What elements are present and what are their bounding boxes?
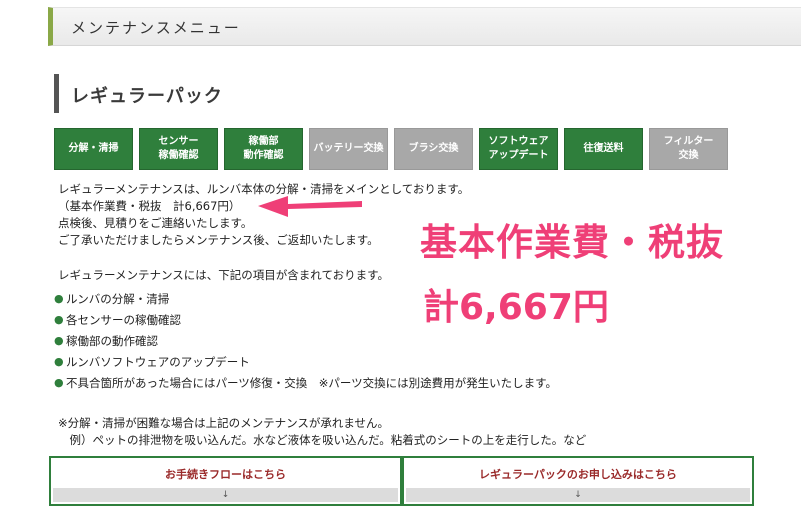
overlay-price-caption: 基本作業費・税抜 <box>420 221 724 264</box>
list-item: ● 各センサーの稼働確認 <box>54 309 557 330</box>
chevron-down-icon[interactable]: ↓ <box>53 488 398 502</box>
list-item-text: ルンバの分解・清掃 <box>66 291 170 306</box>
apply-regular-pack-label[interactable]: レギュラーパックのお申し込みはこちら <box>404 466 752 482</box>
tab-moving-parts-check[interactable]: 稼働部 動作確認 <box>224 128 303 170</box>
list-item-text: ルンバソフトウェアのアップデート <box>66 354 250 369</box>
list-item: ● ルンバの分解・清掃 <box>54 288 557 309</box>
list-item: ● ルンバソフトウェアのアップデート <box>54 351 557 372</box>
menu-header-title: メンテナンスメニュー <box>71 19 241 37</box>
tab-sensor-check[interactable]: センサー 稼働確認 <box>139 128 218 170</box>
notes: ※分解・清掃が困難な場合は上記のメンテナンスが承れません。 例）ペットの排泄物を… <box>58 415 586 449</box>
procedure-flow-label[interactable]: お手続きフローはこちら <box>51 466 400 482</box>
bullet-icon: ● <box>54 355 64 368</box>
procedure-flow-button[interactable]: お手続きフローはこちら ↓ <box>49 456 402 506</box>
tab-software-update[interactable]: ソフトウェア アップデート <box>479 128 558 170</box>
list-item: ● 不具合箇所があった場合にはパーツ修復・交換 ※パーツ交換には別途費用が発生いた… <box>54 372 557 393</box>
bullet-icon: ● <box>54 376 64 389</box>
note-line: 例）ペットの排泄物を吸い込んだ。水など液体を吸い込んだ。粘着式のシートの上を走行… <box>58 433 587 447</box>
tab-round-trip-shipping[interactable]: 往復送料 <box>564 128 643 170</box>
tab-filter-replacement[interactable]: フィルター 交換 <box>649 128 728 170</box>
apply-regular-pack-button[interactable]: レギュラーパックのお申し込みはこちら ↓ <box>402 456 754 506</box>
section-title: レギュラーパック <box>54 74 354 113</box>
bullet-icon: ● <box>54 313 64 326</box>
chevron-down-icon[interactable]: ↓ <box>406 488 750 502</box>
tab-battery-replacement[interactable]: バッテリー交換 <box>309 128 388 170</box>
included-items-list: ● ルンバの分解・清掃 ● 各センサーの稼働確認 ● 稼働部の動作確認 ● ルンバソフト… <box>54 288 557 393</box>
section-title-text: レギュラーパック <box>71 86 223 107</box>
pointer-arrow-icon <box>258 196 362 217</box>
tab-disassembly-cleaning[interactable]: 分解・清掃 <box>54 128 133 170</box>
tab-brush-replacement[interactable]: ブラシ交換 <box>394 128 473 170</box>
list-item: ● 稼働部の動作確認 <box>54 330 557 351</box>
description-line: ご了承いただけましたらメンテナンス後、ご返却いたします。 <box>58 233 379 247</box>
list-item-text: 各センサーの稼働確認 <box>66 312 181 327</box>
bullet-icon: ● <box>54 334 64 347</box>
menu-header: メンテナンスメニュー <box>48 7 801 46</box>
list-item-text: 稼働部の動作確認 <box>66 333 158 348</box>
list-item-text: 不具合箇所があった場合にはパーツ修復・交換 ※パーツ交換には別途費用が発生いたし… <box>66 375 558 390</box>
items-intro: レギュラーメンテナンスには、下記の項目が含まれております。 <box>58 268 389 282</box>
bullet-icon: ● <box>54 292 64 305</box>
note-line: ※分解・清掃が困難な場合は上記のメンテナンスが承れません。 <box>58 416 390 430</box>
